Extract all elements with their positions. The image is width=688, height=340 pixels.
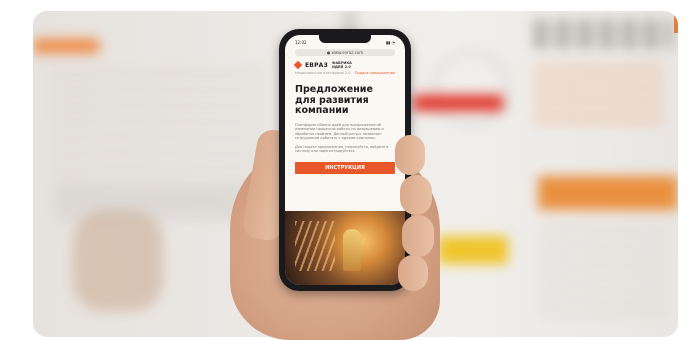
site-logo[interactable]: ЕВРАЗ ФАБРИКА ИДЕЙ 2.0 — [285, 56, 405, 71]
hand-finger-2 — [400, 175, 432, 215]
background-person-blob — [73, 211, 163, 311]
browser-url-bar[interactable]: ● www.evraz.com — [295, 49, 395, 56]
intro-paragraph: Платформа обмена идей для предложения об… — [295, 122, 384, 141]
background-yellow-block — [438, 236, 508, 264]
hand-finger-1 — [395, 135, 425, 175]
logo-subtitle-line-2: ИДЕЙ 2.0 — [331, 65, 351, 69]
instructions-button[interactable]: ИНСТРУКЦИЯ — [295, 161, 395, 174]
smartphone: 12:02 ▮▮ ◔ ● www.evraz.com ЕВРАЗ ФАБРИКА… — [279, 29, 411, 291]
background-orange-block — [538, 176, 678, 210]
status-time: 12:02 — [295, 39, 307, 45]
background-text-lines — [53, 71, 263, 181]
background-poster-title — [533, 19, 673, 49]
submit-idea-link[interactable]: Подача предложения — [355, 71, 395, 75]
sparks-graphic — [295, 221, 335, 271]
logo-text: ЕВРАЗ — [305, 61, 328, 69]
site-meta-row: Национальная платформа 2.0 Подача предло… — [285, 71, 405, 75]
logo-subtitle: ФАБРИКА ИДЕЙ 2.0 — [332, 61, 352, 69]
hand-finger-3 — [402, 215, 434, 257]
background-orange-bar — [33, 39, 99, 53]
corner-accent — [674, 11, 678, 33]
steelworker-hero-image — [285, 211, 405, 285]
hand-finger-4 — [398, 255, 428, 291]
worker-figure — [343, 229, 361, 271]
background-poster-text — [533, 66, 663, 126]
status-icons: ▮▮ ◔ — [385, 39, 395, 45]
evraz-logo-icon — [293, 60, 303, 70]
background-gray-block — [53, 181, 253, 221]
page-headline: Предложение для развития компании — [295, 84, 373, 116]
phone-screen: 12:02 ▮▮ ◔ ● www.evraz.com ЕВРАЗ ФАБРИКА… — [285, 35, 405, 285]
meta-left-text: Национальная платформа 2.0 — [295, 71, 351, 75]
login-prompt-paragraph: Для подачи предложения, пожалуйста, войд… — [295, 144, 389, 154]
phone-notch — [319, 35, 371, 43]
background-red-bar — [413, 95, 503, 111]
background-circle-graphic — [433, 51, 509, 127]
background-poster-lines — [538, 226, 668, 316]
